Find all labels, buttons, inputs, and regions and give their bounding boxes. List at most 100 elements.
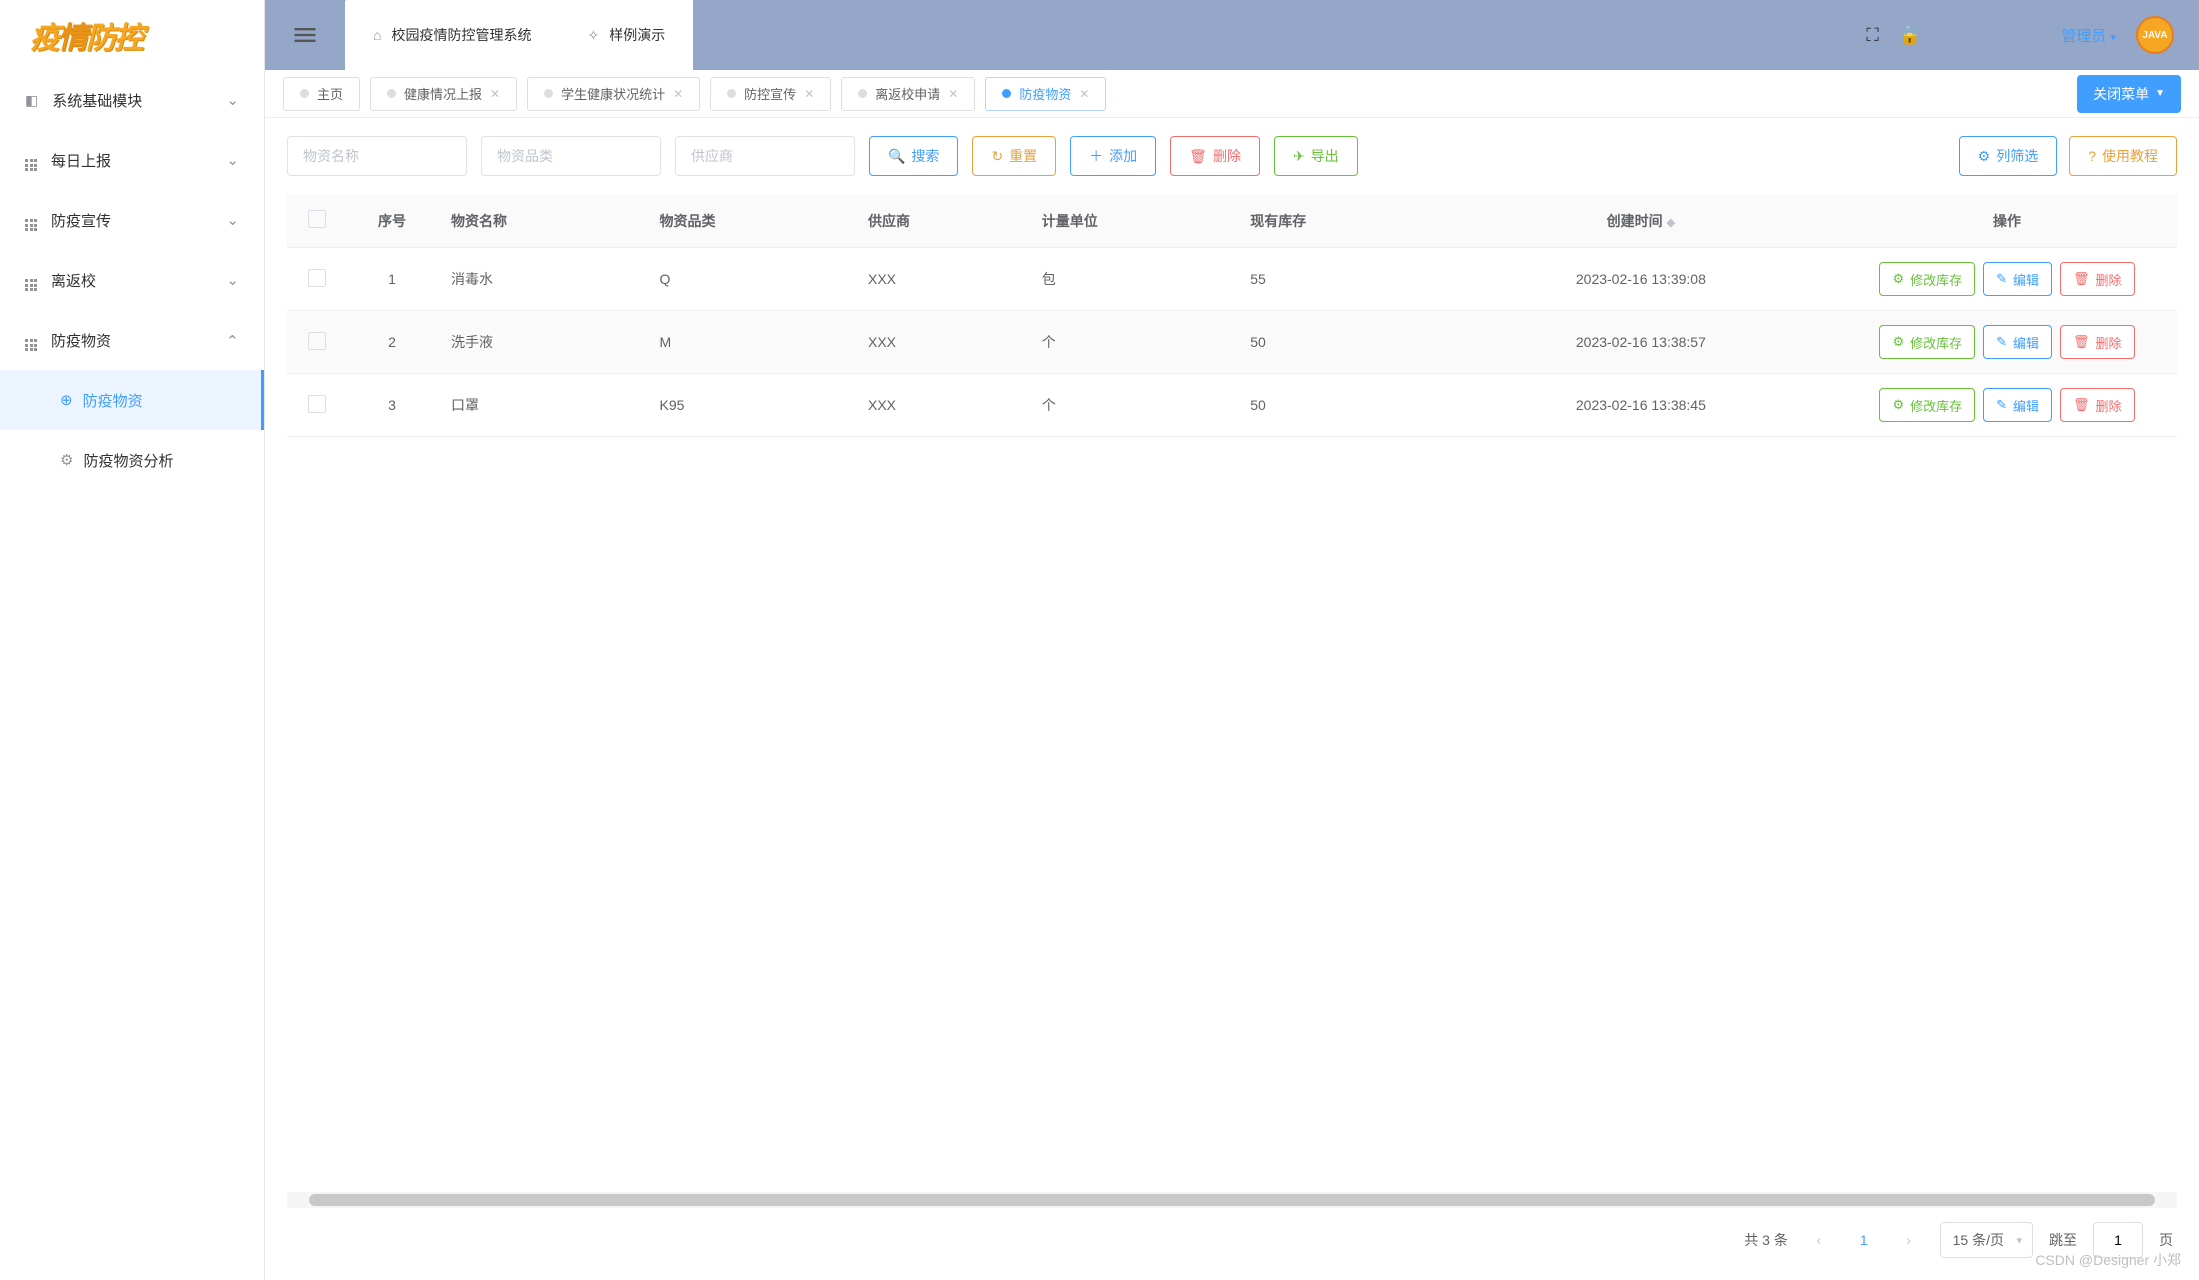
topbar: ⌂ 校园疫情防控管理系统 ✧ 样例演示 ⛶ 🔒 管理员 ▾ JAVA	[265, 0, 2199, 70]
row-delete-button[interactable]: 🗑删除	[2060, 388, 2135, 422]
sidebar-item-daily-report[interactable]: 每日上报 ⌄	[0, 130, 264, 190]
table-wrap: 序号 物资名称 物资品类 供应商 计量单位 现有库存 创建时间◆ 操作 1消毒水…	[265, 176, 2199, 1192]
admin-dropdown[interactable]: 管理员 ▾	[2061, 25, 2116, 46]
view-tab-label: 主页	[317, 84, 343, 103]
top-tab-system[interactable]: ⌂ 校园疫情防控管理系统	[345, 0, 559, 70]
gear-icon: ⚙	[1892, 271, 1904, 287]
submenu-item-supplies-analysis[interactable]: ⚙ 防疫物资分析	[0, 430, 264, 490]
gear-icon: ⚙	[60, 451, 73, 469]
sidebar-item-label: 离返校	[51, 270, 96, 291]
table-row: 2洗手液MXXX个502023-02-16 13:38:57⚙修改库存✎编辑🗑删…	[287, 311, 2177, 374]
th-created[interactable]: 创建时间◆	[1445, 194, 1837, 248]
row-delete-button[interactable]: 🗑删除	[2060, 325, 2135, 359]
cell-category: M	[646, 311, 855, 374]
th-unit: 计量单位	[1028, 194, 1237, 248]
toolbar-right: ⚙列筛选 ?使用教程	[1959, 136, 2177, 176]
sidebar-item-return-school[interactable]: 离返校 ⌄	[0, 250, 264, 310]
modify-stock-button[interactable]: ⚙修改库存	[1879, 388, 1975, 422]
modify-stock-button[interactable]: ⚙修改库存	[1879, 325, 1975, 359]
cell-created: 2023-02-16 13:38:45	[1445, 374, 1837, 437]
jump-label: 跳至	[2049, 1230, 2077, 1250]
prev-page-button[interactable]: ‹	[1804, 1225, 1834, 1255]
per-page-select[interactable]: 15 条/页	[1940, 1222, 2033, 1258]
grid-icon	[25, 329, 37, 351]
view-tab-supplies[interactable]: 防疫物资 ✕	[985, 77, 1106, 111]
trash-icon: 🗑	[2073, 271, 2090, 287]
add-button[interactable]: ＋添加	[1070, 136, 1156, 176]
view-tab-return-apply[interactable]: 离返校申请 ✕	[841, 77, 975, 111]
page-number[interactable]: 1	[1850, 1232, 1878, 1248]
hamburger-icon	[291, 21, 319, 49]
view-tab-home[interactable]: 主页	[283, 77, 360, 111]
submenu-item-label: 防疫物资分析	[83, 450, 173, 471]
th-checkbox	[287, 194, 347, 248]
trash-icon: 🗑	[2073, 397, 2090, 413]
close-icon[interactable]: ✕	[673, 87, 683, 101]
horizontal-scrollbar[interactable]	[287, 1192, 2177, 1208]
close-menu-button[interactable]: 关闭菜单 ▼	[2077, 75, 2181, 113]
close-icon[interactable]: ✕	[948, 87, 958, 101]
dot-icon	[727, 89, 736, 98]
submenu-item-supplies[interactable]: ⊕ 防疫物资	[0, 370, 264, 430]
row-checkbox[interactable]	[308, 269, 326, 287]
dot-icon	[544, 89, 553, 98]
checkbox-all[interactable]	[308, 210, 326, 228]
close-icon[interactable]: ✕	[1079, 87, 1089, 101]
filter-supplier-input[interactable]	[675, 136, 855, 176]
sidebar-item-system[interactable]: ◧ 系统基础模块 ⌄	[0, 70, 264, 130]
row-checkbox[interactable]	[308, 395, 326, 413]
chevron-down-icon: ⌄	[226, 271, 239, 289]
grid-icon	[25, 149, 37, 171]
cell-supplier: XXX	[854, 248, 1028, 311]
view-tab-health-report[interactable]: 健康情况上报 ✕	[370, 77, 517, 111]
edit-icon: ✎	[1996, 271, 2007, 287]
lock-icon[interactable]: 🔒	[1899, 25, 1921, 46]
top-tab-demo[interactable]: ✧ 样例演示	[559, 0, 693, 70]
sidebar-item-prevention[interactable]: 防疫宣传 ⌄	[0, 190, 264, 250]
sidebar-item-label: 防疫宣传	[51, 210, 111, 231]
modify-stock-button[interactable]: ⚙修改库存	[1879, 262, 1975, 296]
submenu-supplies: ⊕ 防疫物资 ⚙ 防疫物资分析	[0, 370, 264, 490]
grid-icon	[25, 269, 37, 291]
filter-category-input[interactable]	[481, 136, 661, 176]
top-tabs: ⌂ 校园疫情防控管理系统 ✧ 样例演示	[345, 0, 693, 70]
avatar[interactable]: JAVA	[2136, 16, 2174, 54]
cell-stock: 50	[1236, 311, 1445, 374]
pagination: 共 3 条 ‹ 1 › 15 条/页 跳至 页	[265, 1208, 2199, 1280]
delete-button[interactable]: 🗑删除	[1170, 136, 1260, 176]
hamburger-toggle[interactable]	[265, 0, 345, 70]
fullscreen-icon[interactable]: ⛶	[1866, 25, 1879, 46]
view-tab-student-stats[interactable]: 学生健康状况统计 ✕	[527, 77, 700, 111]
export-button[interactable]: ✈导出	[1274, 136, 1358, 176]
search-button[interactable]: 🔍搜索	[869, 136, 958, 176]
sidebar-menu: ◧ 系统基础模块 ⌄ 每日上报 ⌄ 防疫宣传 ⌄ 离返校 ⌄ 防疫物资	[0, 70, 264, 1280]
sparkle-icon: ✧	[587, 27, 599, 44]
chevron-down-icon: ⌄	[226, 91, 239, 109]
search-icon: 🔍	[888, 148, 905, 165]
cell-name: 口罩	[437, 374, 646, 437]
row-delete-button[interactable]: 🗑删除	[2060, 262, 2135, 296]
sidebar-item-label: 系统基础模块	[52, 90, 142, 111]
next-page-button[interactable]: ›	[1894, 1225, 1924, 1255]
view-tab-prevention-publicity[interactable]: 防控宣传 ✕	[710, 77, 831, 111]
total-label: 共 3 条	[1744, 1230, 1788, 1250]
cell-category: K95	[646, 374, 855, 437]
filter-name-input[interactable]	[287, 136, 467, 176]
sidebar: 疫情防控 ◧ 系统基础模块 ⌄ 每日上报 ⌄ 防疫宣传 ⌄ 离返校 ⌄	[0, 0, 265, 1280]
columns-button[interactable]: ⚙列筛选	[1959, 136, 2058, 176]
scrollbar-thumb[interactable]	[309, 1194, 2155, 1206]
th-actions: 操作	[1837, 194, 2177, 248]
reset-button[interactable]: ↻重置	[972, 136, 1056, 176]
edit-button[interactable]: ✎编辑	[1983, 262, 2052, 296]
sort-icon: ◆	[1667, 217, 1675, 229]
edit-button[interactable]: ✎编辑	[1983, 325, 2052, 359]
close-icon[interactable]: ✕	[804, 87, 814, 101]
dot-icon	[387, 89, 396, 98]
edit-button[interactable]: ✎编辑	[1983, 388, 2052, 422]
close-icon[interactable]: ✕	[490, 87, 500, 101]
tutorial-button[interactable]: ?使用教程	[2069, 136, 2177, 176]
cell-created: 2023-02-16 13:39:08	[1445, 248, 1837, 311]
sidebar-item-supplies[interactable]: 防疫物资 ⌄	[0, 310, 264, 370]
row-checkbox[interactable]	[308, 332, 326, 350]
row-actions: ⚙修改库存✎编辑🗑删除	[1851, 388, 2163, 422]
